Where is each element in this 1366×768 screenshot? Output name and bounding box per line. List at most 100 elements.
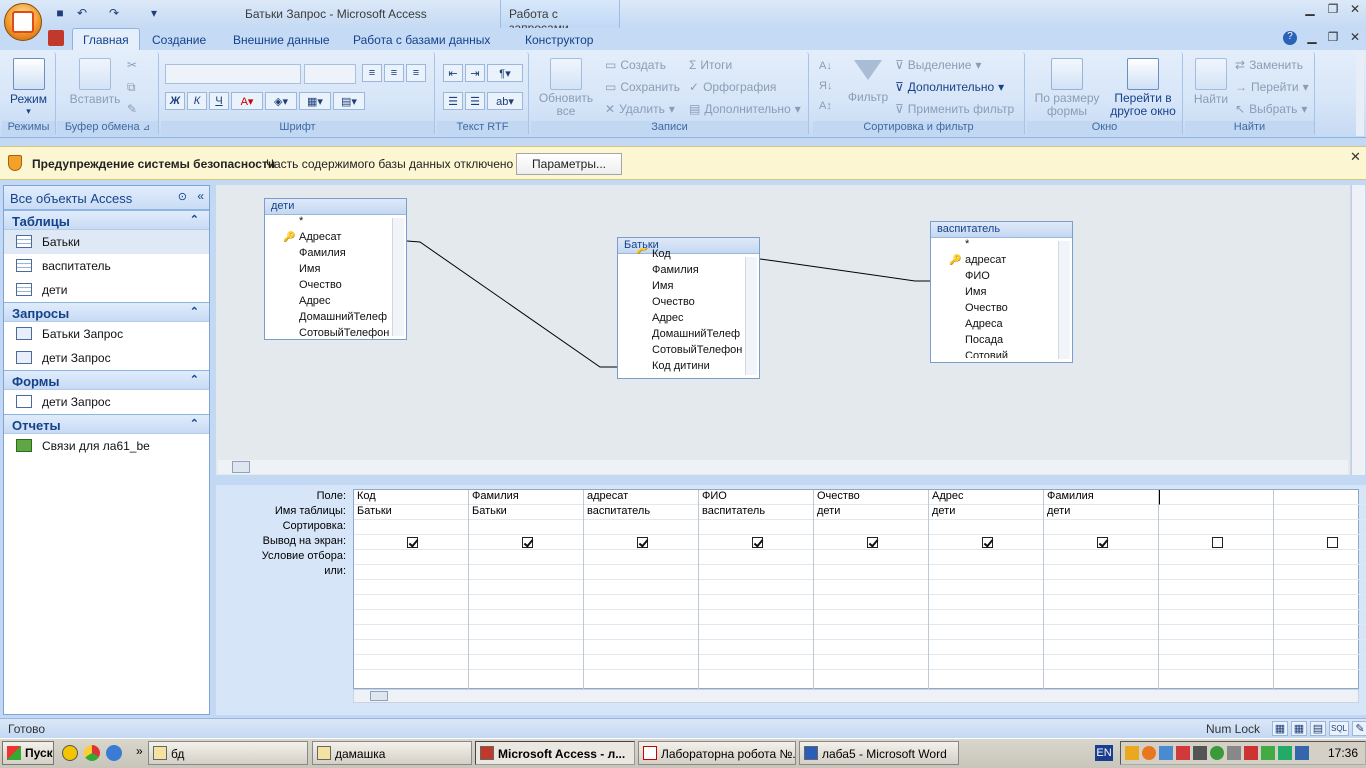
field-item[interactable]: Фамилия [265,247,406,263]
grid-cell-criteria[interactable] [814,550,928,565]
grid-cell-or[interactable] [584,580,698,595]
grid-cell-table[interactable]: дети [1044,505,1158,520]
design-vertical-scrollbar[interactable] [1351,185,1365,475]
grid-cell-or[interactable] [699,625,813,640]
grid-cell-or[interactable] [929,655,1043,670]
grid-cell-field[interactable]: Фамилия [469,490,583,505]
show-checkbox[interactable] [1327,537,1338,548]
grid-cell-or[interactable] [814,595,928,610]
tray-icon[interactable] [1125,746,1139,760]
grid-cell-or[interactable] [1274,580,1366,595]
grid-cell-or[interactable] [1274,655,1366,670]
grid-cell-criteria[interactable] [1159,550,1273,565]
grid-cell-or[interactable] [814,625,928,640]
tray-icon[interactable] [1244,746,1258,760]
grid-cell-field[interactable] [1274,490,1366,505]
grid-cell-or[interactable] [929,565,1043,580]
grid-cell-or[interactable] [354,565,468,580]
table-box-deti[interactable]: дети * 🔑 Адресат Фамилия Имя Очество Адре… [264,198,407,340]
sql-view-icon[interactable]: SQL [1329,721,1349,736]
show-checkbox[interactable] [867,537,878,548]
show-checkbox[interactable] [637,537,648,548]
tray-icon[interactable] [1159,746,1173,760]
grid-cell-or[interactable] [469,625,583,640]
grid-cell-or[interactable] [354,640,468,655]
grid-column[interactable]: ФИО васпитатель [699,490,814,690]
table-box-batki[interactable]: Батьки 🔑 Код Фамилия Имя Очество Адрес До… [617,237,760,379]
grid-cell-or[interactable] [354,595,468,610]
grid-cell-field[interactable]: Адрес [929,490,1043,505]
grid-cell-or[interactable] [814,655,928,670]
field-item[interactable]: Код дитини [618,360,759,372]
show-checkbox[interactable] [522,537,533,548]
grid-cell-or[interactable] [1044,625,1158,640]
chrome-icon[interactable] [84,745,100,761]
scroll-thumb[interactable] [370,691,388,701]
grid-cell-or[interactable] [699,595,813,610]
tray-icon[interactable] [1261,746,1275,760]
grid-cell-or[interactable] [929,610,1043,625]
grid-cell-criteria[interactable] [354,550,468,565]
field-item[interactable]: ДомашнийТелеф [265,311,406,327]
field-item[interactable]: 🔑 адресат [931,254,1072,270]
grid-cell-or[interactable] [1044,595,1158,610]
grid-cell-or[interactable] [469,610,583,625]
grid-cell-or[interactable] [354,580,468,595]
grid-cell-or[interactable] [1159,655,1273,670]
field-item[interactable]: ФИО [931,270,1072,286]
grid-cell-or[interactable] [699,580,813,595]
grid-cell-criteria[interactable] [929,550,1043,565]
field-item[interactable]: ДомашнийТелеф [618,328,759,344]
grid-cell-table[interactable] [1274,505,1366,520]
grid-column[interactable]: Адрес дети [929,490,1044,690]
grid-cell-or[interactable] [699,655,813,670]
tray-icon[interactable] [1193,746,1207,760]
grid-cell-or[interactable] [929,595,1043,610]
grid-column[interactable]: Фамилия дети [1044,490,1159,690]
field-item[interactable]: Очество [618,296,759,312]
grid-cell-or[interactable] [1044,640,1158,655]
grid-cell-or[interactable] [469,580,583,595]
grid-cell-or[interactable] [1159,625,1273,640]
show-checkbox[interactable] [982,537,993,548]
grid-cell-table[interactable] [1159,505,1273,520]
grid-cell-or[interactable] [1274,610,1366,625]
taskbar-item-folder[interactable]: дамашка [312,741,472,765]
field-item[interactable]: СотовыйТелефон [265,327,406,339]
grid-cell-sort[interactable] [929,520,1043,535]
grid-column[interactable] [1159,490,1274,690]
grid-cell-or[interactable] [929,640,1043,655]
grid-cell-or[interactable] [1274,640,1366,655]
pane-splitter[interactable] [216,475,1366,485]
tray-icon[interactable] [1295,746,1309,760]
field-item[interactable]: Адрес [618,312,759,328]
grid-cell-or[interactable] [1274,625,1366,640]
tray-icon[interactable] [1278,746,1292,760]
show-checkbox[interactable] [1097,537,1108,548]
grid-cell-criteria[interactable] [1044,550,1158,565]
grid-cell-or[interactable] [1044,580,1158,595]
query-grid[interactable]: Код Батьки Фамилия Батьки адресат васпитатель… [353,489,1366,690]
grid-cell-or[interactable] [1159,640,1273,655]
grid-column[interactable]: адресат васпитатель [584,490,699,690]
field-item[interactable]: Посада [931,334,1072,350]
grid-cell-table[interactable]: дети [814,505,928,520]
field-item[interactable]: 🔑 Адресат [265,231,406,247]
table-box-vaspitatel[interactable]: васпитатель * 🔑 адресат ФИО Имя Очество А… [930,221,1073,363]
grid-cell-field[interactable]: адресат [584,490,698,505]
table-scrollbar[interactable] [1058,241,1070,359]
grid-cell-or[interactable] [1044,610,1158,625]
grid-cell-or[interactable] [1044,565,1158,580]
grid-column[interactable]: Фамилия Батьки [469,490,584,690]
grid-cell-or[interactable] [584,655,698,670]
grid-cell-sort[interactable] [354,520,468,535]
grid-cell-or[interactable] [354,625,468,640]
grid-cell-field[interactable] [1159,490,1273,505]
show-checkbox[interactable] [752,537,763,548]
field-item[interactable]: Адрес [265,295,406,311]
grid-cell-table[interactable]: васпитатель [699,505,813,520]
field-item[interactable]: СотовыйТелефон [618,344,759,360]
tray-icon[interactable] [1142,746,1156,760]
grid-cell-sort[interactable] [1274,520,1366,535]
grid-cell-sort[interactable] [699,520,813,535]
